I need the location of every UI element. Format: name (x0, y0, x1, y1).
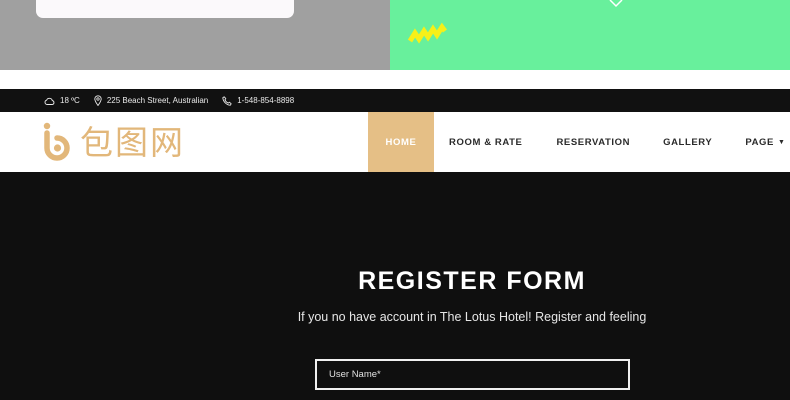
nav-item-home[interactable]: HOME (368, 112, 434, 172)
nav-label: ROOM & RATE (449, 136, 523, 148)
logo-mark-icon (43, 122, 70, 161)
weather-info: 18 ºC (44, 96, 80, 105)
nav-item-reservation[interactable]: RESERVATION (556, 112, 630, 172)
caret-down-icon: ▼ (777, 138, 786, 146)
outline-shape-decoration-icon (609, 0, 623, 8)
gray-panel (0, 0, 390, 70)
logo-text: 包图网 (80, 122, 185, 162)
green-panel (390, 0, 790, 70)
phone-info[interactable]: 1-548-854-8898 (222, 95, 295, 106)
spacer-band (0, 70, 790, 89)
nav-label: GALLERY (663, 136, 713, 148)
main-navigation-bar: 包图网 HOME ROOM & RATE RESERVATION GALLERY… (0, 112, 790, 172)
nav-item-page[interactable]: PAGE ▼ (745, 112, 785, 172)
cloud-icon (44, 97, 55, 105)
zigzag-decoration-icon (407, 22, 447, 44)
register-section: REGISTER FORM If you no have account in … (0, 172, 790, 400)
top-info-bar: 18 ºC 225 Beach Street, Australian 1-548… (0, 89, 790, 112)
username-field-wrapper (315, 359, 630, 390)
nav-menu: HOME ROOM & RATE RESERVATION GALLERY PAG… (368, 112, 790, 172)
phone-text: 1-548-854-8898 (237, 96, 295, 105)
previous-section-strip (0, 0, 790, 70)
nav-item-room-rate[interactable]: ROOM & RATE (449, 112, 522, 172)
nav-label: RESERVATION (556, 136, 631, 148)
register-subtitle: If you no have account in The Lotus Hote… (297, 310, 647, 324)
map-pin-icon (94, 95, 102, 106)
register-title: REGISTER FORM (358, 267, 586, 295)
address-info: 225 Beach Street, Australian (94, 95, 208, 106)
nav-label: HOME (385, 136, 417, 148)
white-card (36, 0, 294, 18)
phone-icon (222, 95, 232, 106)
nav-item-gallery[interactable]: GALLERY (663, 112, 712, 172)
address-text: 225 Beach Street, Australian (106, 96, 209, 105)
site-logo[interactable]: 包图网 (42, 120, 185, 164)
username-input[interactable] (317, 361, 628, 388)
weather-text: 18 ºC (60, 96, 80, 105)
nav-label: PAGE (745, 136, 774, 148)
